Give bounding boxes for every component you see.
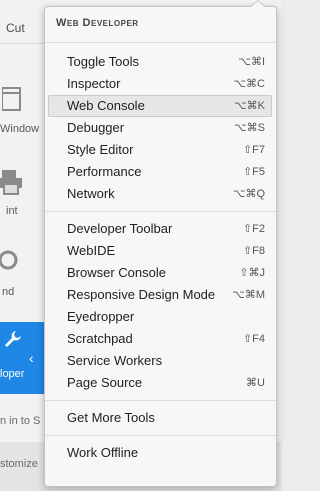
menu-separator xyxy=(45,400,276,401)
menu-item-shortcut: ⌘U xyxy=(246,377,265,389)
cut-button-label[interactable]: Cut xyxy=(6,21,25,35)
menu-item-shortcut: ⌥⌘I xyxy=(238,56,265,68)
menu-item-browser-console[interactable]: Browser Console ⇧⌘J xyxy=(48,262,272,284)
menu-item-label: Performance xyxy=(67,164,142,179)
menu-item-debugger[interactable]: Debugger ⌥⌘S xyxy=(48,117,272,139)
menu-arrow-fill xyxy=(251,1,265,7)
menu-item-developer-toolbar[interactable]: Developer Toolbar ⇧F2 xyxy=(48,218,272,240)
menu-item-service-workers[interactable]: Service Workers xyxy=(48,350,272,372)
menu-item-label: Browser Console xyxy=(67,265,166,280)
menu-item-shortcut: ⇧F8 xyxy=(242,245,265,257)
menu-item-network[interactable]: Network ⌥⌘Q xyxy=(48,183,272,205)
menu-separator xyxy=(45,42,276,43)
menu-item-inspector[interactable]: Inspector ⌥⌘C xyxy=(48,73,272,95)
menu-item-shortcut: ⌥⌘C xyxy=(233,78,265,90)
sign-in-link[interactable]: n in to S xyxy=(0,415,40,427)
menu-item-label: Developer Toolbar xyxy=(67,221,173,236)
menu-item-responsive-design-mode[interactable]: Responsive Design Mode ⌥⌘M xyxy=(48,284,272,306)
menu-item-label: Toggle Tools xyxy=(67,54,140,69)
menu-header: Web Developer xyxy=(56,17,139,29)
menu-separator xyxy=(45,211,276,212)
menu-item-style-editor[interactable]: Style Editor ⇧F7 xyxy=(48,139,272,161)
menu-item-eyedropper[interactable]: Eyedropper xyxy=(48,306,272,328)
menu-item-label: Responsive Design Mode xyxy=(67,287,216,302)
menu-item-toggle-tools[interactable]: Toggle Tools ⌥⌘I xyxy=(48,51,272,73)
menu-item-label: Work Offline xyxy=(67,445,139,460)
menu-item-label: Service Workers xyxy=(67,353,163,368)
menu-item-web-console[interactable]: Web Console ⌥⌘K xyxy=(48,95,272,117)
find-icon[interactable] xyxy=(0,250,22,276)
chevron-left-icon: ‹ xyxy=(29,350,34,366)
menu-item-label: Style Editor xyxy=(67,142,134,157)
menu-item-performance[interactable]: Performance ⇧F5 xyxy=(48,161,272,183)
menu-item-shortcut: ⇧F7 xyxy=(242,144,265,156)
wrench-icon xyxy=(5,331,21,347)
panel-divider xyxy=(0,43,44,44)
menu-separator xyxy=(45,435,276,436)
menu-item-shortcut: ⌥⌘K xyxy=(233,100,265,112)
menu-item-shortcut: ⌥⌘Q xyxy=(232,188,265,200)
menu-item-label: Debugger xyxy=(67,120,125,135)
print-label[interactable]: int xyxy=(6,205,18,217)
new-window-icon[interactable] xyxy=(2,86,22,112)
menu-item-label: Web Console xyxy=(67,98,145,113)
menu-item-label: Inspector xyxy=(67,76,121,91)
menu-item-work-offline[interactable]: Work Offline xyxy=(48,442,272,464)
print-icon[interactable] xyxy=(0,170,22,196)
customize-button[interactable]: stomize xyxy=(0,458,38,470)
menu-item-label: Scratchpad xyxy=(67,331,133,346)
menu-item-page-source[interactable]: Page Source ⌘U xyxy=(48,372,272,394)
developer-label: loper xyxy=(0,368,25,380)
menu-item-scratchpad[interactable]: Scratchpad ⇧F4 xyxy=(48,328,272,350)
menu-item-shortcut: ⌥⌘M xyxy=(232,289,265,301)
find-label[interactable]: nd xyxy=(2,286,14,298)
menu-item-shortcut: ⇧⌘J xyxy=(239,267,265,279)
menu-item-shortcut: ⇧F4 xyxy=(242,333,265,345)
menu-item-label: Page Source xyxy=(67,375,143,390)
menu-item-label: Network xyxy=(67,186,115,201)
menu-item-get-more-tools[interactable]: Get More Tools xyxy=(48,407,272,429)
menu-item-label: Eyedropper xyxy=(67,309,135,324)
menu-item-shortcut: ⇧F2 xyxy=(242,223,265,235)
new-window-label[interactable]: Window xyxy=(0,123,39,135)
menu-item-shortcut: ⌥⌘S xyxy=(233,122,265,134)
menu-item-shortcut: ⇧F5 xyxy=(242,166,265,178)
menu-item-webide[interactable]: WebIDE ⇧F8 xyxy=(48,240,272,262)
menu-item-label: Get More Tools xyxy=(67,410,155,425)
menu-item-label: WebIDE xyxy=(67,243,116,258)
